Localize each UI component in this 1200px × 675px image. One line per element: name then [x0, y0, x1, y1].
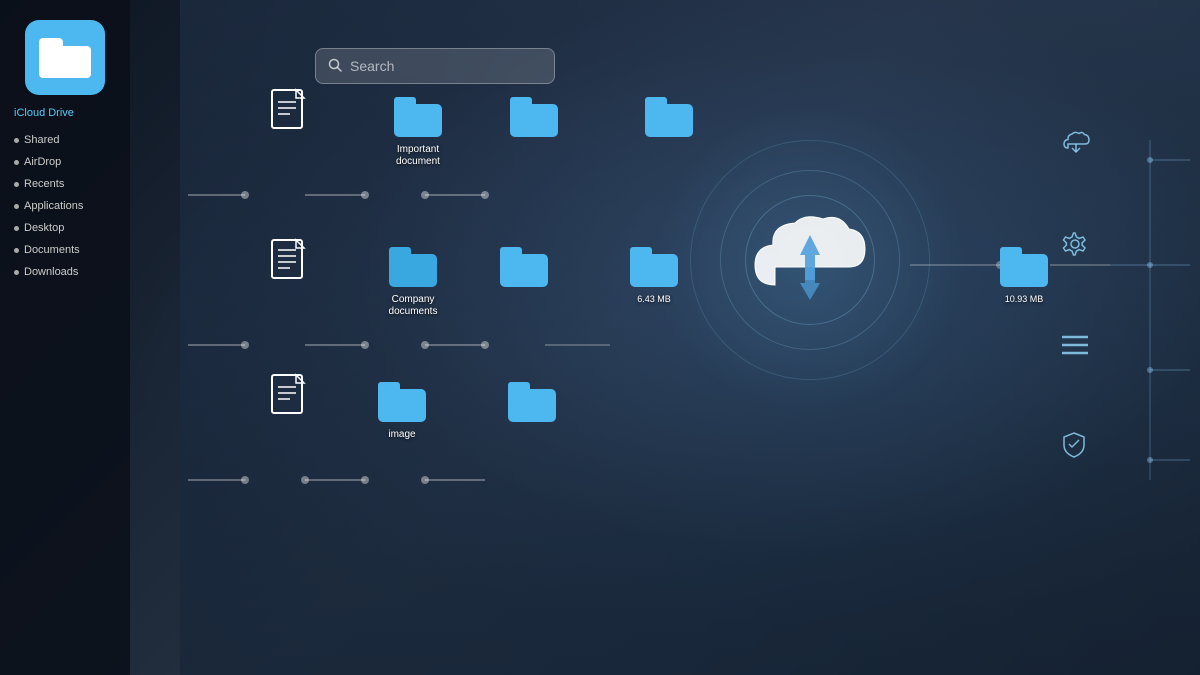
folder-row3-a[interactable]: image	[378, 382, 426, 441]
folder-icon	[645, 97, 693, 137]
folder-icon	[1000, 247, 1048, 287]
folder-icon	[394, 97, 442, 137]
sidebar-folder-icon	[25, 20, 105, 95]
search-input[interactable]	[350, 58, 542, 74]
sidebar: iCloud Drive Shared AirDrop Recents Appl…	[0, 0, 130, 675]
folder-row2-c[interactable]: 6.43 MB	[630, 247, 678, 304]
folder-row3-b[interactable]	[508, 382, 556, 422]
bullet-dot	[14, 138, 19, 143]
folder-row1-b[interactable]	[510, 97, 558, 137]
bullet-dot	[14, 226, 19, 231]
folder-icon	[630, 247, 678, 287]
folder-row2-a[interactable]: Company documents	[378, 247, 448, 318]
doc-icon-row1	[270, 88, 310, 143]
sidebar-item-downloads[interactable]: Downloads	[0, 261, 130, 283]
folder-icon	[508, 382, 556, 422]
sidebar-item-shared[interactable]: Shared	[0, 129, 130, 151]
sidebar-item-airdrop[interactable]: AirDrop	[0, 151, 130, 173]
bullet-dot	[14, 248, 19, 253]
doc-icon-row3	[270, 373, 310, 428]
main-area: Important document Company documents 6.4…	[130, 0, 1200, 675]
bars-icon	[1062, 334, 1090, 361]
bullet-dot	[14, 160, 19, 165]
sidebar-item-applications[interactable]: Applications	[0, 195, 130, 217]
folder-icon	[500, 247, 548, 287]
bullet-dot	[14, 270, 19, 275]
folder-icon	[510, 97, 558, 137]
folder-icon	[378, 382, 426, 422]
gear-icon	[1062, 231, 1090, 264]
search-bar[interactable]	[315, 48, 555, 84]
folder-row2-b[interactable]	[500, 247, 548, 287]
shield-icon	[1062, 431, 1090, 464]
sidebar-item-desktop[interactable]: Desktop	[0, 217, 130, 239]
folder-icon-large	[39, 38, 91, 78]
folder-row1-a[interactable]: Important document	[378, 97, 458, 168]
right-panel-icons	[1062, 130, 1090, 464]
sidebar-item-documents[interactable]: Documents	[0, 239, 130, 261]
bullet-dot	[14, 182, 19, 187]
folder-icon	[389, 247, 437, 287]
search-icon	[328, 58, 342, 75]
bullet-dot	[14, 204, 19, 209]
sidebar-active-label: iCloud Drive	[0, 107, 130, 119]
folder-row1-c[interactable]	[645, 97, 693, 137]
doc-icon-row2	[270, 238, 310, 293]
cloud-download-icon	[1062, 130, 1090, 161]
cloud-upload-area	[710, 160, 910, 360]
folder-far-right[interactable]: 10.93 MB	[1000, 247, 1048, 304]
sidebar-item-recents[interactable]: Recents	[0, 173, 130, 195]
